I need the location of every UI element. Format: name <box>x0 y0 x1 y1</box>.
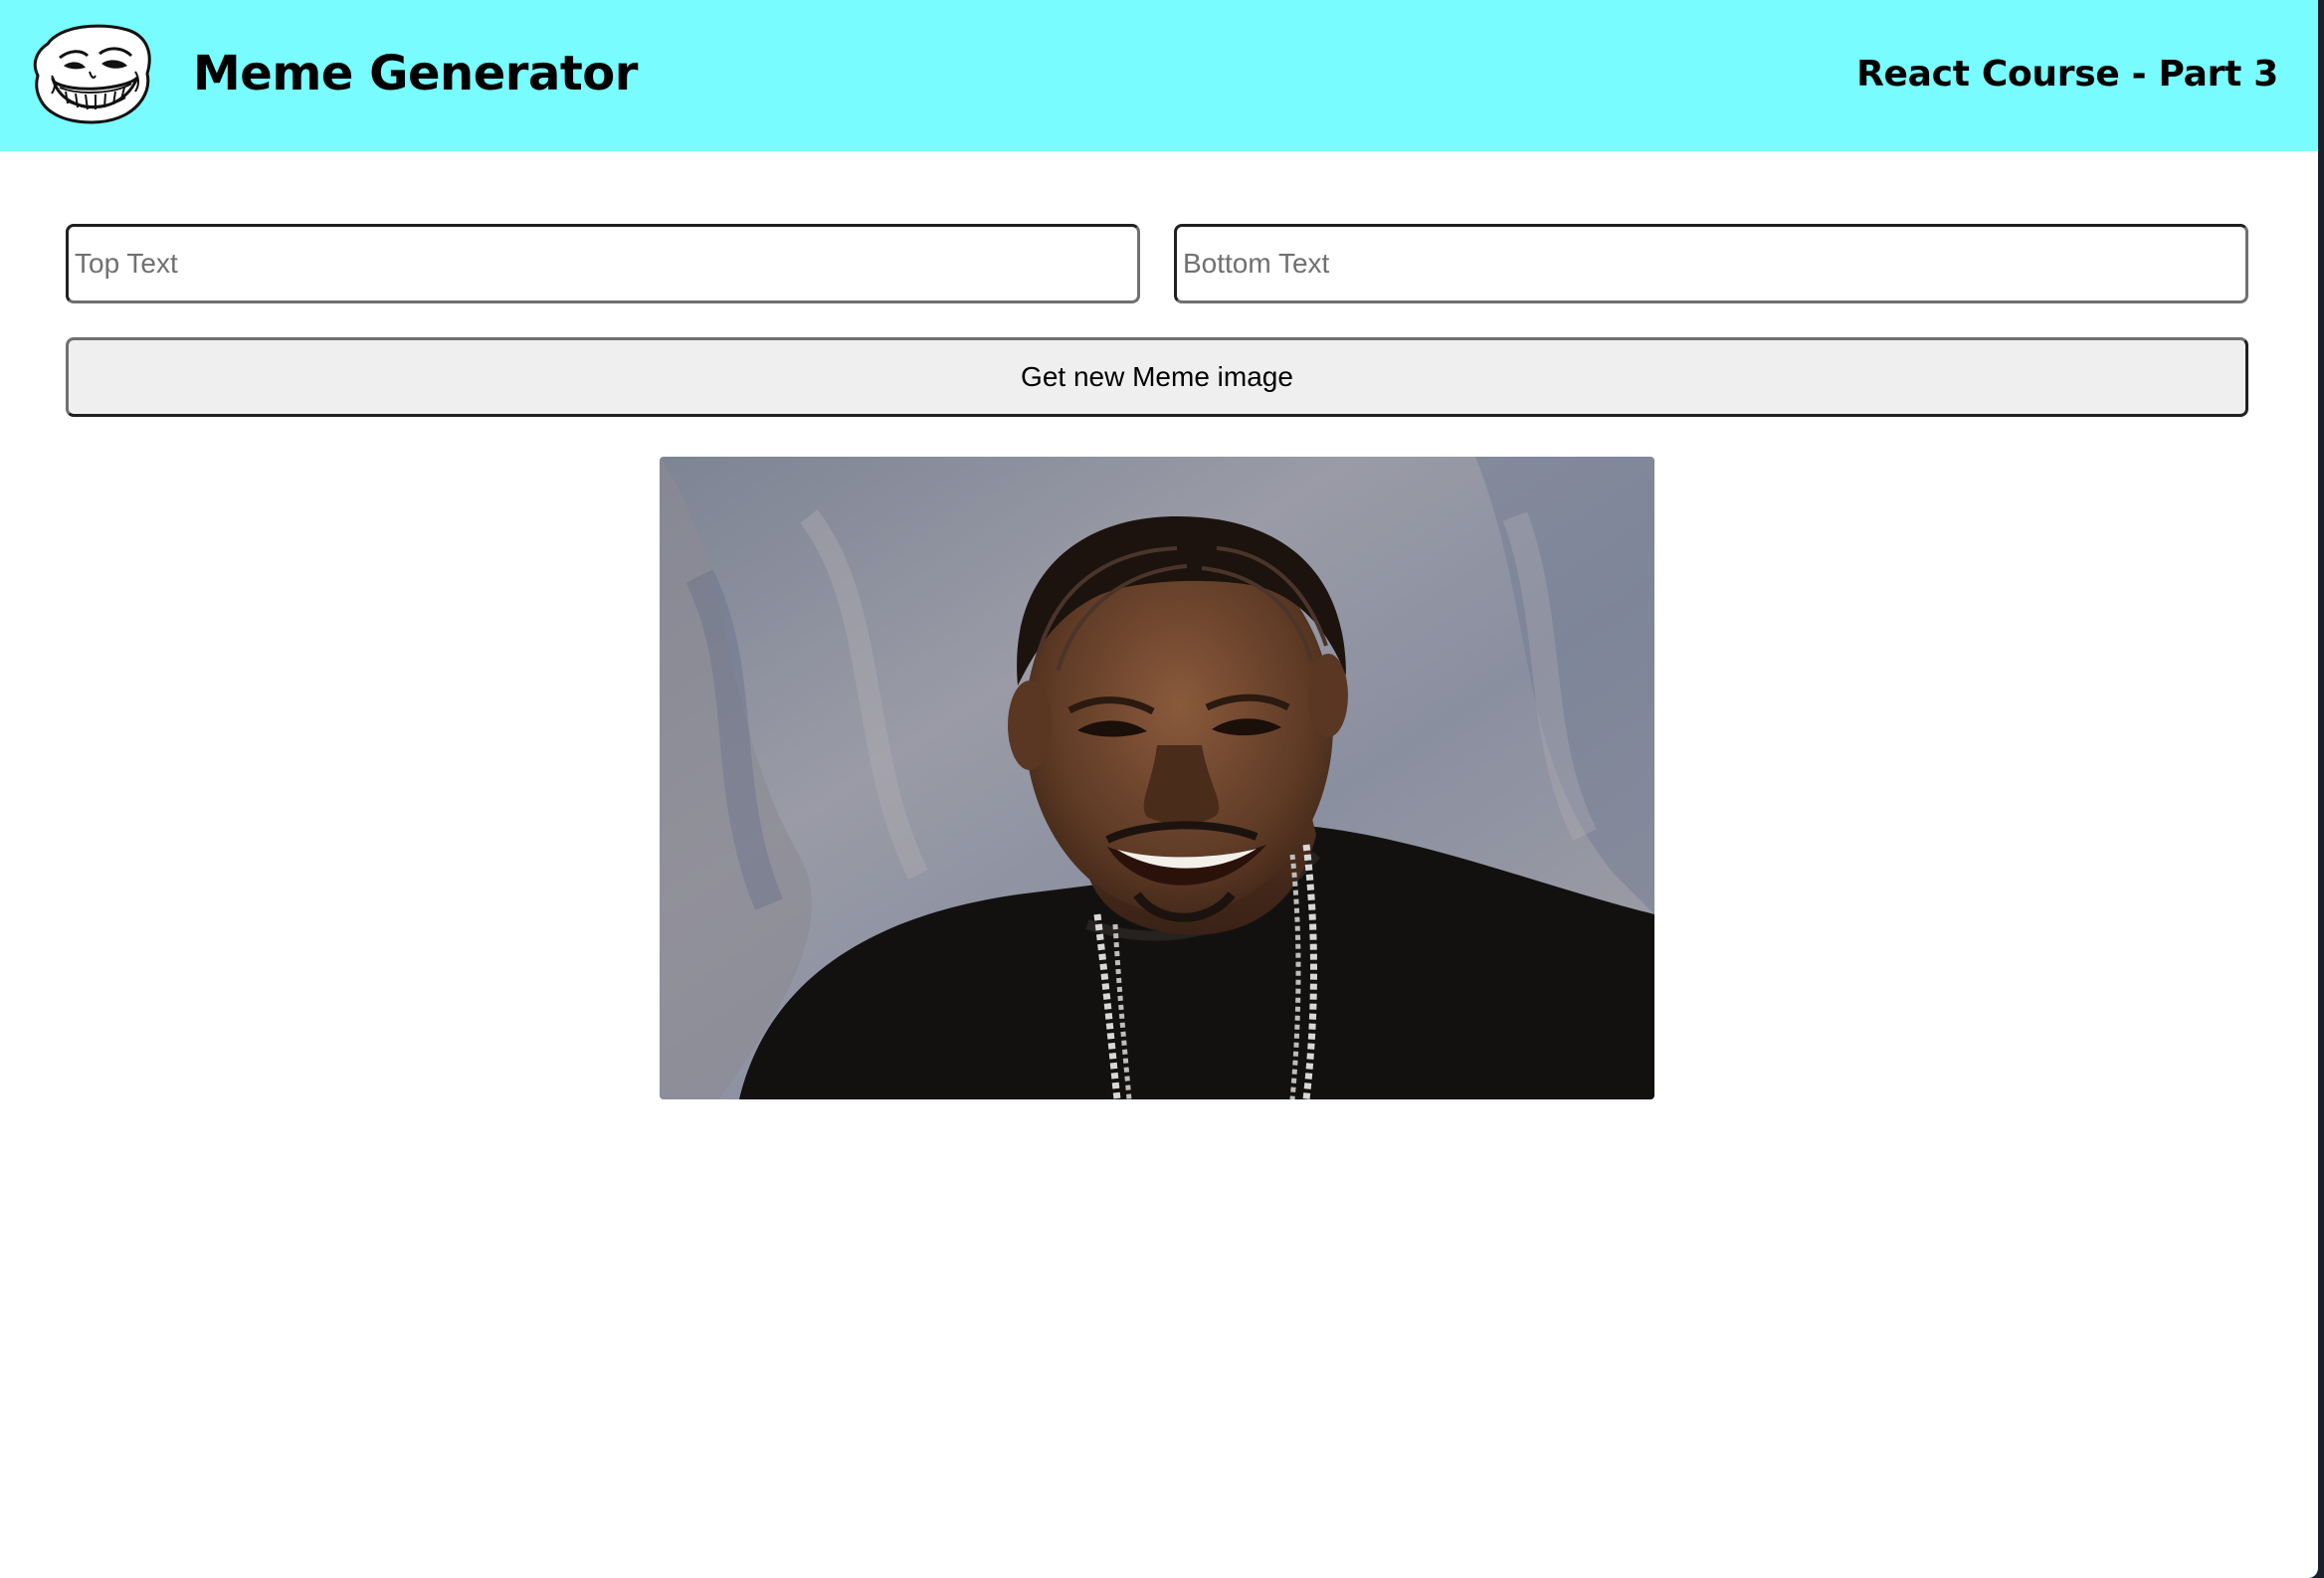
bottom-text-input[interactable] <box>1174 224 2248 303</box>
app-title: Meme Generator <box>193 46 638 101</box>
meme-image <box>660 457 1654 1099</box>
course-label: React Course - Part 3 <box>1856 54 2278 95</box>
top-text-input[interactable] <box>66 224 1140 303</box>
troll-face-icon <box>30 20 153 127</box>
get-new-meme-button[interactable]: Get new Meme image <box>66 337 2248 417</box>
app-header: Meme Generator React Course - Part 3 <box>0 0 2318 151</box>
app-window: Meme Generator React Course - Part 3 Get… <box>0 0 2318 1578</box>
